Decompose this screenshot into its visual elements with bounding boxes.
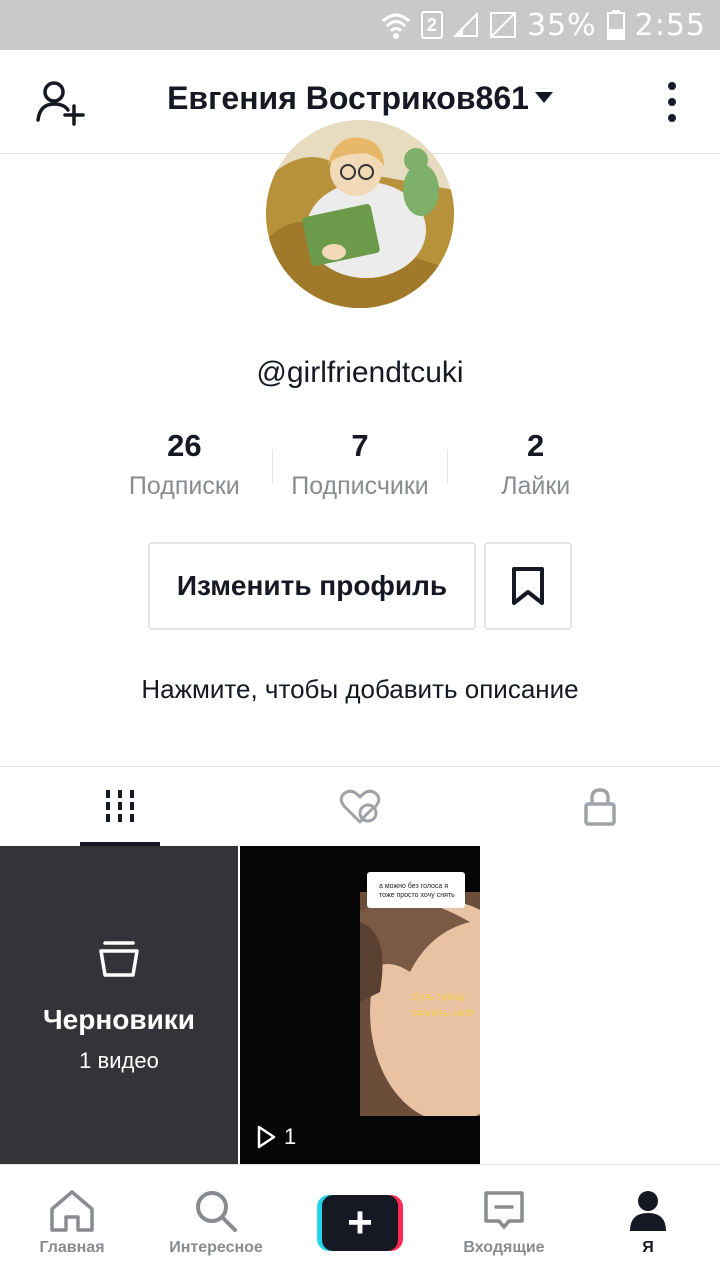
- nav-label: Интересное: [169, 1238, 263, 1256]
- drafts-title: Черновики: [42, 1004, 196, 1035]
- drafts-tile[interactable]: Черновики 1 видео: [0, 846, 238, 1164]
- tab-private[interactable]: [480, 767, 720, 846]
- battery-icon: [606, 10, 625, 40]
- plus-icon: +: [322, 1194, 398, 1251]
- more-dot-icon: [668, 114, 676, 122]
- more-dot-icon: [668, 82, 676, 90]
- stat-followers[interactable]: 7 Подписчики: [273, 426, 448, 506]
- edit-profile-button[interactable]: Изменить профиль: [148, 542, 476, 630]
- drafts-icon: [99, 941, 139, 977]
- stat-following[interactable]: 26 Подписки: [97, 426, 272, 506]
- nav-profile[interactable]: Я: [576, 1165, 720, 1280]
- signal-icon: [452, 12, 478, 37]
- drafts-count: 1 видео: [79, 1048, 159, 1073]
- create-button[interactable]: +: [317, 1194, 403, 1251]
- nav-inbox[interactable]: Входящие: [432, 1165, 576, 1280]
- avatar[interactable]: [266, 120, 454, 308]
- no-sim-icon: [489, 12, 516, 38]
- nav-label: Входящие: [463, 1238, 545, 1256]
- more-dot-icon: [668, 98, 676, 106]
- lock-icon: [584, 787, 616, 826]
- play-count: 1: [256, 1124, 296, 1150]
- profile-icon: [630, 1190, 666, 1231]
- bottom-navigation: Главная Интересное + Входящие Я: [0, 1164, 720, 1280]
- stat-label: Лайки: [501, 472, 571, 500]
- inbox-icon: [484, 1190, 524, 1229]
- clock: 2:55: [634, 7, 706, 43]
- battery-percent: 35%: [526, 7, 597, 43]
- nav-label: Я: [642, 1238, 654, 1256]
- tab-liked[interactable]: [240, 767, 480, 846]
- stat-label: Подписчики: [291, 472, 429, 500]
- stat-value: 26: [167, 428, 202, 463]
- nav-discover[interactable]: Интересное: [144, 1165, 288, 1280]
- comment-sticker: а можно без голоса я тоже просто хочу сн…: [367, 872, 465, 908]
- profile-stats: 26 Подписки 7 Подписчики 2 Лайки: [97, 426, 623, 506]
- nav-create[interactable]: +: [288, 1165, 432, 1280]
- video-grid: Черновики 1 видео а можно без голоса я т…: [0, 846, 720, 1164]
- play-count-value: 1: [284, 1124, 297, 1149]
- caret-down-icon: [534, 92, 553, 104]
- stat-value: 2: [527, 428, 545, 463]
- tab-videos[interactable]: [0, 767, 240, 846]
- video-caption: Суть тренд спалить свой: [412, 990, 480, 1022]
- video-thumbnail[interactable]: а можно без голоса я тоже просто хочу сн…: [240, 846, 480, 1164]
- play-icon: [257, 1125, 276, 1149]
- sim-badge: 2: [420, 11, 443, 39]
- status-bar: 2 35% 2:55: [0, 0, 720, 50]
- grid-icon: [106, 789, 134, 822]
- content-tabs: [0, 766, 720, 846]
- stat-value: 7: [351, 428, 369, 463]
- search-icon: [196, 1190, 237, 1232]
- caption-line: Суть тренд: [412, 992, 464, 1003]
- nav-home[interactable]: Главная: [0, 1165, 144, 1280]
- username: @girlfriendtcuki: [256, 356, 464, 389]
- favorites-button[interactable]: [484, 542, 572, 630]
- account-name: Евгения Востриков861: [167, 80, 529, 116]
- account-switcher[interactable]: Евгения Востриков861: [0, 80, 720, 117]
- home-icon: [50, 1189, 94, 1232]
- add-bio-prompt[interactable]: Нажмите, чтобы добавить описание: [0, 674, 720, 705]
- bookmark-icon: [512, 567, 544, 605]
- hidden-heart-icon: [339, 789, 381, 823]
- caption-line: спалить свой: [412, 1008, 474, 1019]
- wifi-icon: [381, 13, 410, 39]
- nav-label: Главная: [39, 1238, 105, 1256]
- stat-label: Подписки: [128, 472, 240, 500]
- more-options-button[interactable]: [662, 82, 682, 122]
- avatar-illustration: [266, 120, 454, 308]
- stat-likes[interactable]: 2 Лайки: [448, 426, 623, 506]
